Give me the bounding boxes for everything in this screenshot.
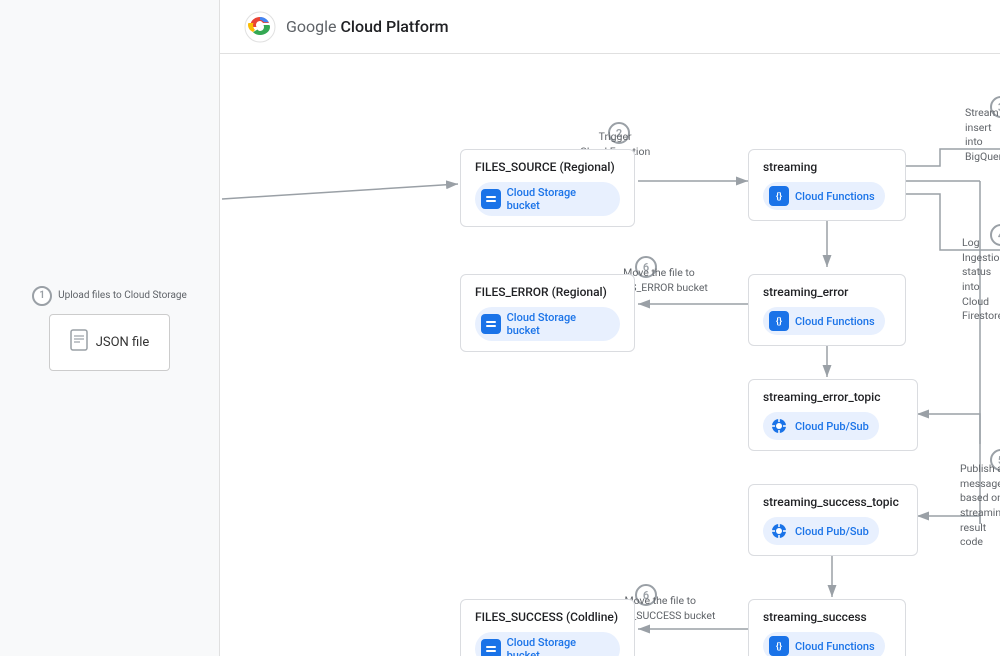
svg-text:{}: {} xyxy=(776,192,782,202)
streaming-badge-label: Cloud Functions xyxy=(795,190,875,203)
step-3-label: Stream insertinto BigQuery xyxy=(965,106,1000,165)
storage-icon-1 xyxy=(481,189,501,209)
streaming-success-topic-box: streaming_success_topic Cloud Pub/Sub xyxy=(748,484,918,556)
svg-text:{}: {} xyxy=(776,642,782,652)
streaming-error-badge-label: Cloud Functions xyxy=(795,315,875,328)
files-error-box: FILES_ERROR (Regional) Cloud Storage buc… xyxy=(460,274,635,352)
streaming-success-topic-badge-label: Cloud Pub/Sub xyxy=(795,525,869,538)
streaming-badge: {} Cloud Functions xyxy=(763,182,885,210)
streaming-success-badge: {} Cloud Functions xyxy=(763,632,885,656)
streaming-success-box: streaming_success {} Cloud Functions xyxy=(748,599,906,656)
gcp-title: Google Cloud Platform xyxy=(286,17,449,36)
streaming-error-topic-badge: Cloud Pub/Sub xyxy=(763,412,879,440)
streaming-error-title: streaming_error xyxy=(763,285,891,299)
upload-step: 1 Upload files to Cloud Storage JSON fil… xyxy=(32,286,187,371)
files-source-badge: Cloud Storage bucket xyxy=(475,182,620,216)
streaming-error-topic-title: streaming_error_topic xyxy=(763,390,903,404)
left-panel: 1 Upload files to Cloud Storage JSON fil… xyxy=(0,0,220,656)
step-4-label: Log Ingestionstatus intoCloud Firestore xyxy=(962,236,1000,324)
streaming-error-box: streaming_error {} Cloud Functions xyxy=(748,274,906,346)
streaming-success-badge-label: Cloud Functions xyxy=(795,640,875,653)
pubsub-icon-2 xyxy=(769,521,789,541)
step-1-circle: 1 xyxy=(32,286,52,306)
files-source-title: FILES_SOURCE (Regional) xyxy=(475,160,620,174)
functions-icon-1: {} xyxy=(769,186,789,206)
functions-icon-2: {} xyxy=(769,311,789,331)
streaming-success-topic-title: streaming_success_topic xyxy=(763,495,903,509)
gcp-header: Google Cloud Platform xyxy=(220,0,1000,54)
upload-label: Upload files to Cloud Storage xyxy=(58,289,187,303)
files-success-badge-label: Cloud Storage bucket xyxy=(507,636,610,656)
files-source-badge-label: Cloud Storage bucket xyxy=(507,186,610,212)
files-error-badge-label: Cloud Storage bucket xyxy=(507,311,610,337)
streaming-title: streaming xyxy=(763,160,891,174)
cloud-platform-text: Cloud Platform xyxy=(340,17,448,36)
files-success-badge: Cloud Storage bucket xyxy=(475,632,620,656)
svg-text:{}: {} xyxy=(776,317,782,327)
functions-icon-3: {} xyxy=(769,636,789,656)
diagram-canvas: 2 TriggerCloud Function 3 Stream inserti… xyxy=(220,54,1000,656)
streaming-box: streaming {} Cloud Functions xyxy=(748,149,906,221)
storage-icon-2 xyxy=(481,314,501,334)
pubsub-icon-1 xyxy=(769,416,789,436)
google-text: Google xyxy=(286,17,340,36)
streaming-success-topic-badge: Cloud Pub/Sub xyxy=(763,517,879,545)
streaming-error-badge: {} Cloud Functions xyxy=(763,307,885,335)
streaming-error-topic-badge-label: Cloud Pub/Sub xyxy=(795,420,869,433)
gcp-logo-icon xyxy=(244,11,276,43)
step-5-label: Publish a messagebased on streamingresul… xyxy=(960,462,1000,550)
streaming-success-title: streaming_success xyxy=(763,610,891,624)
files-source-box: FILES_SOURCE (Regional) Cloud Storage bu… xyxy=(460,149,635,227)
streaming-error-topic-box: streaming_error_topic Cloud Pub/Sub xyxy=(748,379,918,451)
main-diagram: Google Cloud Platform xyxy=(220,0,1000,656)
files-success-title: FILES_SUCCESS (Coldline) xyxy=(475,610,620,624)
file-label: JSON file xyxy=(96,335,150,350)
file-icon xyxy=(70,329,88,356)
files-success-box: FILES_SUCCESS (Coldline) Cloud Storage b… xyxy=(460,599,635,656)
json-file-box: JSON file xyxy=(49,314,171,371)
files-error-badge: Cloud Storage bucket xyxy=(475,307,620,341)
files-error-title: FILES_ERROR (Regional) xyxy=(475,285,620,299)
storage-icon-3 xyxy=(481,639,501,656)
